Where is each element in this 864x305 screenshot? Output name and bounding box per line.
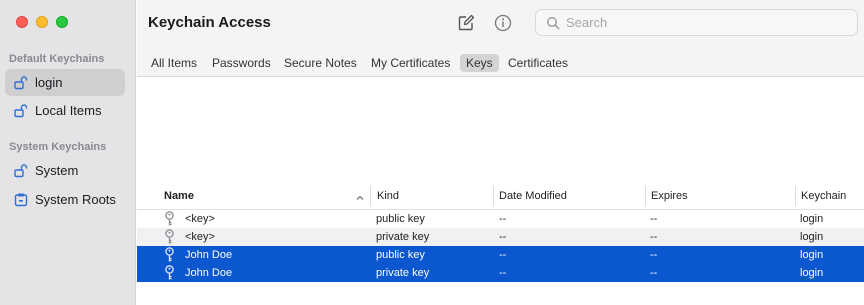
sidebar-item-local-items[interactable]: Local Items (5, 97, 125, 124)
expires-cell: -- (650, 249, 658, 261)
column-divider[interactable] (370, 186, 371, 206)
open-lock-icon (11, 161, 31, 181)
info-icon[interactable] (492, 12, 514, 34)
sidebar-item-system[interactable]: System (5, 157, 125, 184)
key-icon (164, 211, 175, 227)
sidebar-item-label: System (35, 163, 79, 178)
name-cell: <key> (185, 213, 215, 225)
keychain-cell: login (800, 213, 824, 225)
open-lock-icon (11, 73, 31, 93)
kind-cell: private key (376, 267, 430, 279)
sidebar-item-label: Local Items (35, 103, 102, 118)
sidebar-item-system-roots[interactable]: System Roots (5, 186, 125, 213)
key-icon (164, 265, 175, 281)
sidebar-item-login[interactable]: login (5, 69, 125, 96)
column-header-keychain[interactable]: Keychain (801, 182, 846, 210)
expires-cell: -- (650, 231, 658, 243)
minimize-window-button[interactable] (36, 16, 48, 28)
close-window-button[interactable] (16, 16, 28, 28)
table-header: Name Kind Date Modified Expires Keychain (137, 182, 864, 210)
kind-cell: public key (376, 249, 425, 261)
sidebar-section-system-keychains: System Keychains (9, 141, 107, 153)
tab-secure-notes[interactable]: Secure Notes (278, 54, 363, 72)
date-modified-cell: -- (499, 213, 507, 225)
sidebar-section-default-keychains: Default Keychains (9, 53, 105, 65)
tab-all-items[interactable]: All Items (145, 54, 203, 72)
column-header-expires[interactable]: Expires (651, 182, 688, 210)
search-field[interactable] (535, 9, 858, 36)
sort-ascending-icon[interactable] (355, 190, 365, 208)
column-divider[interactable] (795, 186, 796, 206)
search-input[interactable] (566, 15, 826, 30)
column-header-date-modified[interactable]: Date Modified (499, 182, 567, 210)
date-modified-cell: -- (499, 249, 507, 261)
sidebar: Default Keychains login Local Items Syst… (0, 0, 136, 305)
name-cell: John Doe (185, 249, 233, 261)
table-row[interactable]: John Doe public key -- -- login (137, 246, 864, 264)
table-row[interactable]: John Doe private key -- -- login (137, 264, 864, 282)
keychain-cell: login (800, 249, 824, 261)
column-header-name[interactable]: Name (164, 182, 194, 210)
window-title: Keychain Access (148, 14, 271, 31)
sidebar-item-label: System Roots (35, 192, 116, 207)
search-icon (546, 16, 560, 30)
key-icon (164, 229, 175, 245)
keys-table: Name Kind Date Modified Expires Keychain… (137, 182, 864, 282)
name-cell: John Doe (185, 267, 233, 279)
tab-keys[interactable]: Keys (460, 54, 499, 72)
date-modified-cell: -- (499, 231, 507, 243)
table-body: <key> public key -- -- login <key> private key… (137, 210, 864, 282)
open-lock-icon (11, 101, 31, 121)
tab-my-certificates[interactable]: My Certificates (365, 54, 456, 72)
expires-cell: -- (650, 213, 658, 225)
keychain-cell: login (800, 231, 824, 243)
compose-icon[interactable] (455, 12, 477, 34)
kind-cell: public key (376, 213, 425, 225)
table-row[interactable]: <key> public key -- -- login (137, 210, 864, 228)
column-divider[interactable] (493, 186, 494, 206)
cabinet-icon (11, 190, 31, 210)
column-header-kind[interactable]: Kind (377, 182, 399, 210)
kind-cell: private key (376, 231, 430, 243)
toolbar: Keychain Access (137, 0, 864, 48)
keychain-cell: login (800, 267, 824, 279)
column-divider[interactable] (645, 186, 646, 206)
category-tab-bar: All Items Passwords Secure Notes My Cert… (137, 48, 864, 77)
name-cell: <key> (185, 231, 215, 243)
tab-certificates[interactable]: Certificates (502, 54, 574, 72)
expires-cell: -- (650, 267, 658, 279)
sidebar-item-label: login (35, 75, 63, 90)
date-modified-cell: -- (499, 267, 507, 279)
zoom-window-button[interactable] (56, 16, 68, 28)
table-row[interactable]: <key> private key -- -- login (137, 228, 864, 246)
key-icon (164, 247, 175, 263)
tab-passwords[interactable]: Passwords (206, 54, 277, 72)
